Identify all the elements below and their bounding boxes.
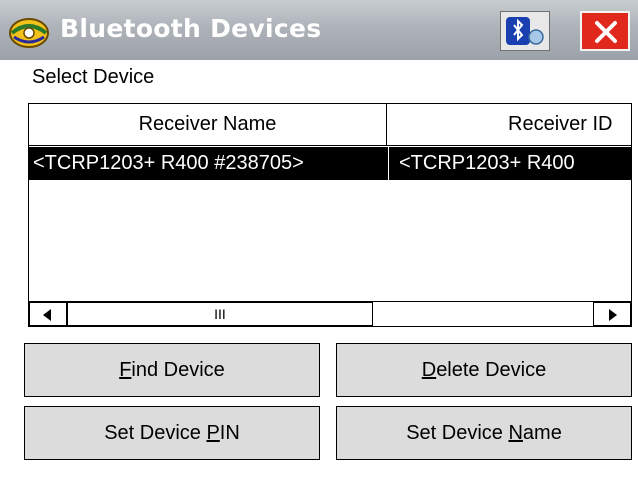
set-pin-accesskey: P bbox=[206, 422, 220, 444]
list-header: Receiver Name Receiver ID bbox=[29, 104, 631, 146]
scroll-right-button[interactable] bbox=[593, 302, 631, 326]
set-name-accesskey: N bbox=[508, 422, 523, 444]
scroll-left-button[interactable] bbox=[29, 302, 67, 326]
bluetooth-icon bbox=[506, 17, 544, 45]
title-bar: Bluetooth Devices bbox=[0, 0, 638, 60]
window-title: Bluetooth Devices bbox=[60, 14, 322, 43]
list-item[interactable]: <TCRP1203+ R400 #238705> <TCRP1203+ R400 bbox=[29, 147, 631, 180]
delete-device-accesskey: D bbox=[421, 359, 437, 381]
close-icon bbox=[595, 21, 617, 43]
set-pin-label-post: IN bbox=[219, 422, 240, 444]
arrow-left-icon bbox=[43, 309, 51, 321]
close-button[interactable] bbox=[580, 11, 630, 51]
delete-device-button[interactable]: Delete Device bbox=[336, 343, 632, 397]
set-name-label-post: ame bbox=[522, 422, 562, 444]
device-list[interactable]: Receiver Name Receiver ID <TCRP1203+ R40… bbox=[28, 103, 632, 327]
find-device-label-post: ind Device bbox=[131, 359, 225, 381]
find-device-button[interactable]: Find Device bbox=[24, 343, 320, 397]
cell-receiver-name: <TCRP1203+ R400 #238705> bbox=[33, 152, 304, 174]
scroll-thumb[interactable]: III bbox=[67, 302, 373, 326]
delete-device-label-post: elete Device bbox=[436, 359, 547, 381]
app-icon bbox=[9, 18, 49, 48]
set-device-name-button[interactable]: Set Device Name bbox=[336, 406, 632, 460]
set-device-pin-button[interactable]: Set Device PIN bbox=[24, 406, 320, 460]
arrow-right-icon bbox=[609, 309, 617, 321]
bluetooth-button[interactable] bbox=[500, 11, 550, 51]
set-name-label-pre: Set Device bbox=[406, 422, 509, 444]
find-device-accesskey: F bbox=[119, 359, 132, 381]
column-header-receiver-id[interactable]: Receiver ID bbox=[388, 104, 631, 145]
column-header-receiver-name[interactable]: Receiver Name bbox=[29, 104, 387, 145]
cell-receiver-id: <TCRP1203+ R400 bbox=[388, 147, 631, 180]
set-pin-label-pre: Set Device bbox=[104, 422, 207, 444]
horizontal-scrollbar[interactable]: III bbox=[29, 301, 631, 326]
select-device-label: Select Device bbox=[32, 66, 155, 88]
